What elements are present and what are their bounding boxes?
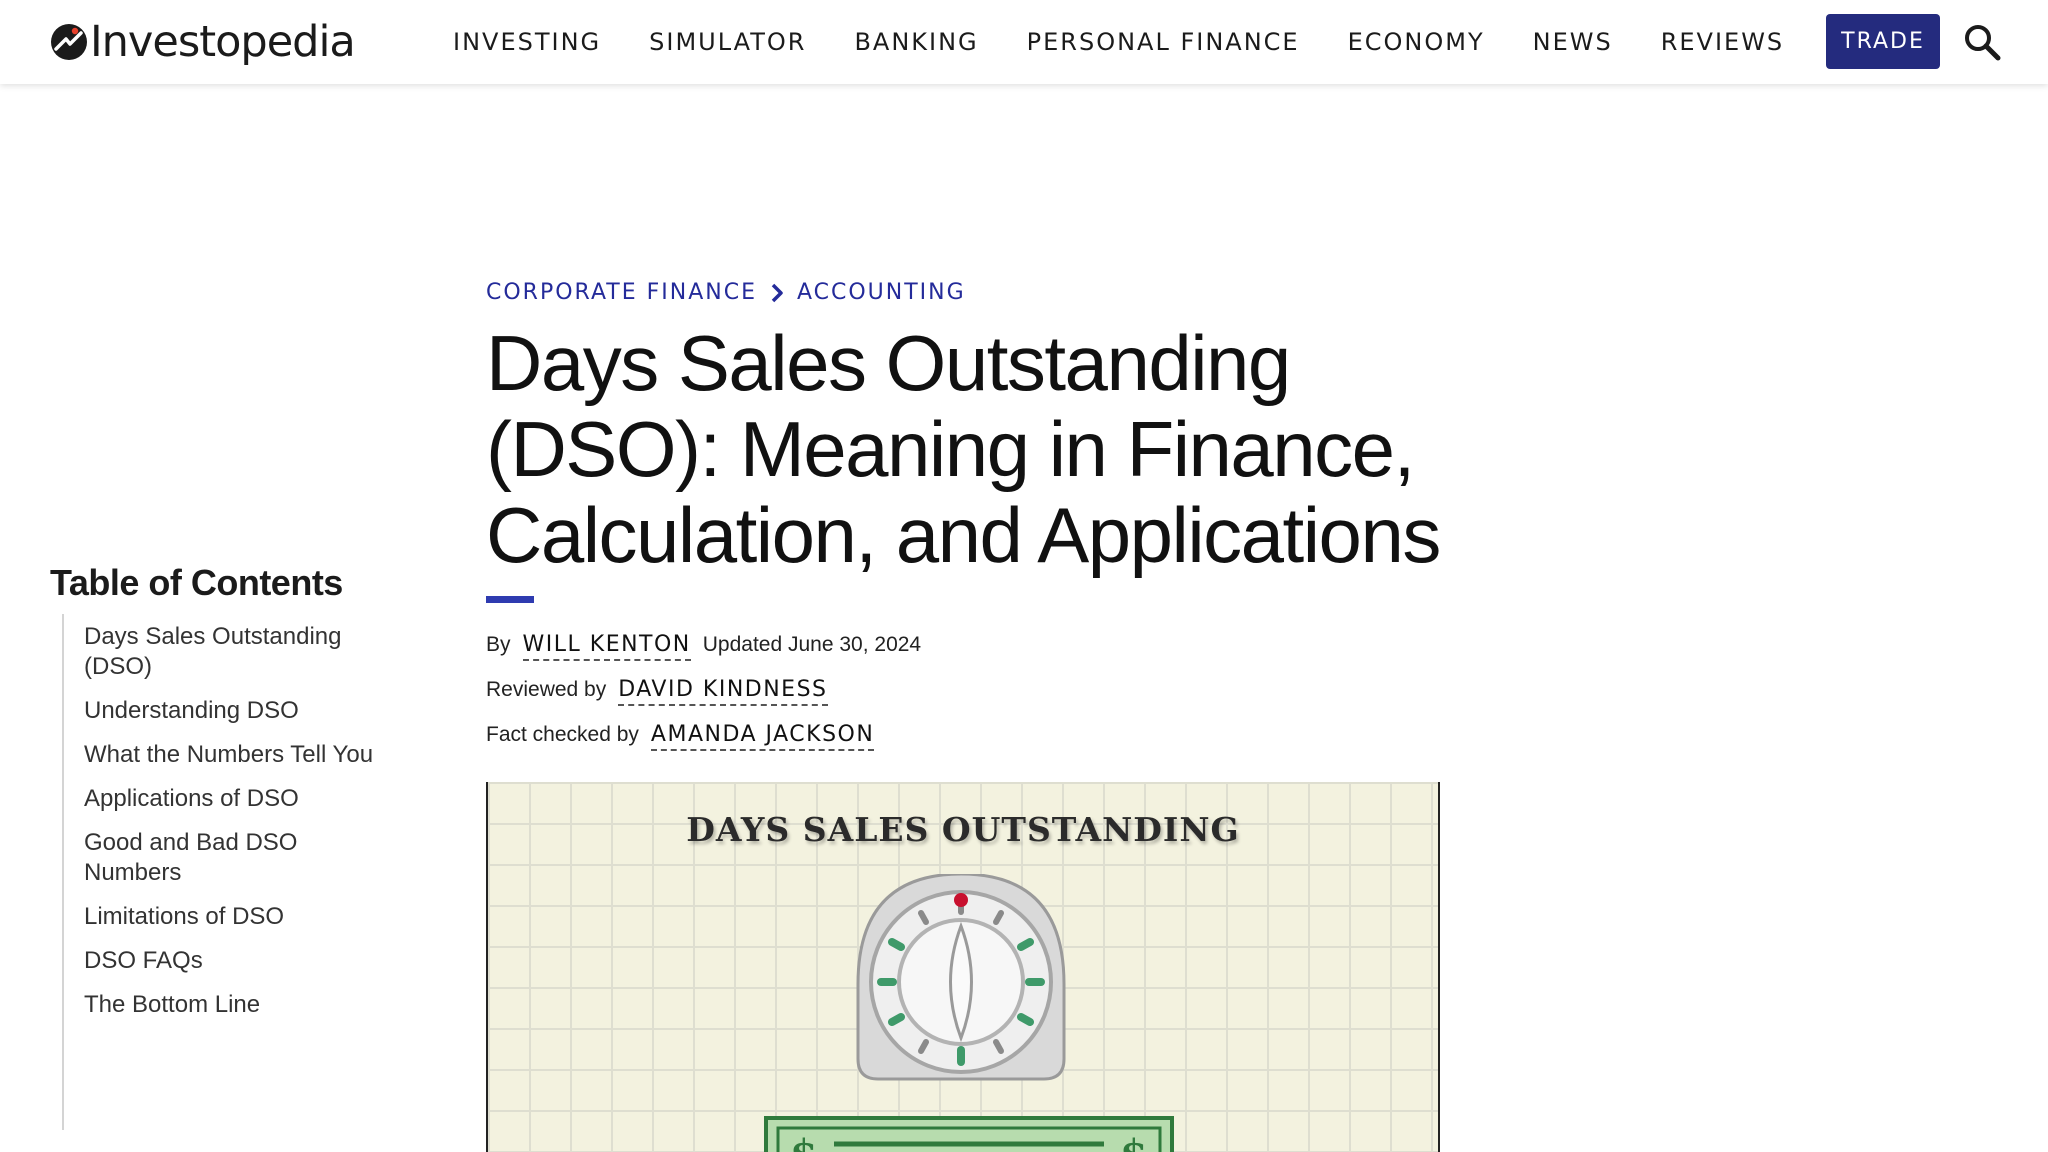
nav-news[interactable]: NEWS (1533, 28, 1613, 56)
nav-reviews[interactable]: REVIEWS (1661, 28, 1784, 56)
toc-item[interactable]: Days Sales Outstanding (DSO) (84, 622, 374, 682)
site-header: Investopedia INVESTING SIMULATOR BANKING… (0, 0, 2048, 84)
breadcrumb-corporate-finance[interactable]: CORPORATE FINANCE (486, 280, 757, 305)
fact-checker-line: Fact checked by AMANDA JACKSON (486, 722, 886, 751)
toc-item[interactable]: The Bottom Line (84, 990, 374, 1020)
toc-item[interactable]: Good and Bad DSO Numbers (84, 828, 374, 888)
breadcrumb-accounting[interactable]: ACCOUNTING (797, 280, 966, 305)
toc-item[interactable]: Understanding DSO (84, 696, 374, 726)
search-icon[interactable] (1962, 22, 2002, 62)
dollar-bill-icon: $ $ (764, 1116, 1174, 1152)
toc-title: Table of Contents (50, 562, 343, 603)
article-title: Days Sales Outstanding (DSO): Meaning in… (486, 319, 1441, 579)
investopedia-logo-icon (51, 24, 87, 60)
nav-economy[interactable]: ECONOMY (1348, 28, 1485, 56)
title-underline (486, 596, 534, 603)
toc-item[interactable]: DSO FAQs (84, 946, 374, 976)
kitchen-timer-icon (856, 874, 1066, 1081)
author-link[interactable]: WILL KENTON (522, 632, 691, 661)
nav-personal-finance[interactable]: PERSONAL FINANCE (1027, 28, 1300, 56)
nav-simulator[interactable]: SIMULATOR (649, 28, 806, 56)
hero-image-title: DAYS SALES OUTSTANDING (686, 810, 1240, 849)
trade-button[interactable]: TRADE (1826, 14, 1940, 69)
toc-item[interactable]: What the Numbers Tell You (84, 740, 374, 770)
author-line: By WILL KENTON Updated June 30, 2024 (486, 632, 921, 661)
reviewer-line: Reviewed by DAVID KINDNESS (486, 677, 840, 706)
fact-checker-link[interactable]: AMANDA JACKSON (650, 722, 875, 751)
svg-text:$: $ (790, 1131, 818, 1152)
main-nav: INVESTING SIMULATOR BANKING PERSONAL FIN… (453, 28, 1832, 56)
toc-item[interactable]: Limitations of DSO (84, 902, 374, 932)
hero-image: DAYS SALES OUTSTANDING $ $ (486, 782, 1440, 1152)
chevron-right-icon (771, 283, 783, 302)
fact-checked-label: Fact checked by (486, 723, 639, 746)
updated-date: Updated June 30, 2024 (702, 633, 922, 656)
investopedia-logo[interactable]: Investopedia (50, 17, 356, 67)
reviewed-label: Reviewed by (486, 678, 607, 701)
reviewer-link[interactable]: DAVID KINDNESS (618, 677, 828, 706)
logo-text: Investopedia (90, 17, 356, 67)
nav-investing[interactable]: INVESTING (453, 28, 601, 56)
table-of-contents: Table of Contents Days Sales Outstanding… (50, 562, 380, 1130)
toc-item[interactable]: Applications of DSO (84, 784, 374, 814)
svg-text:$: $ (1120, 1131, 1148, 1152)
breadcrumb: CORPORATE FINANCE ACCOUNTING (486, 280, 966, 305)
toc-list: Days Sales Outstanding (DSO) Understandi… (62, 614, 382, 1130)
by-label: By (486, 633, 511, 656)
nav-banking[interactable]: BANKING (854, 28, 978, 56)
